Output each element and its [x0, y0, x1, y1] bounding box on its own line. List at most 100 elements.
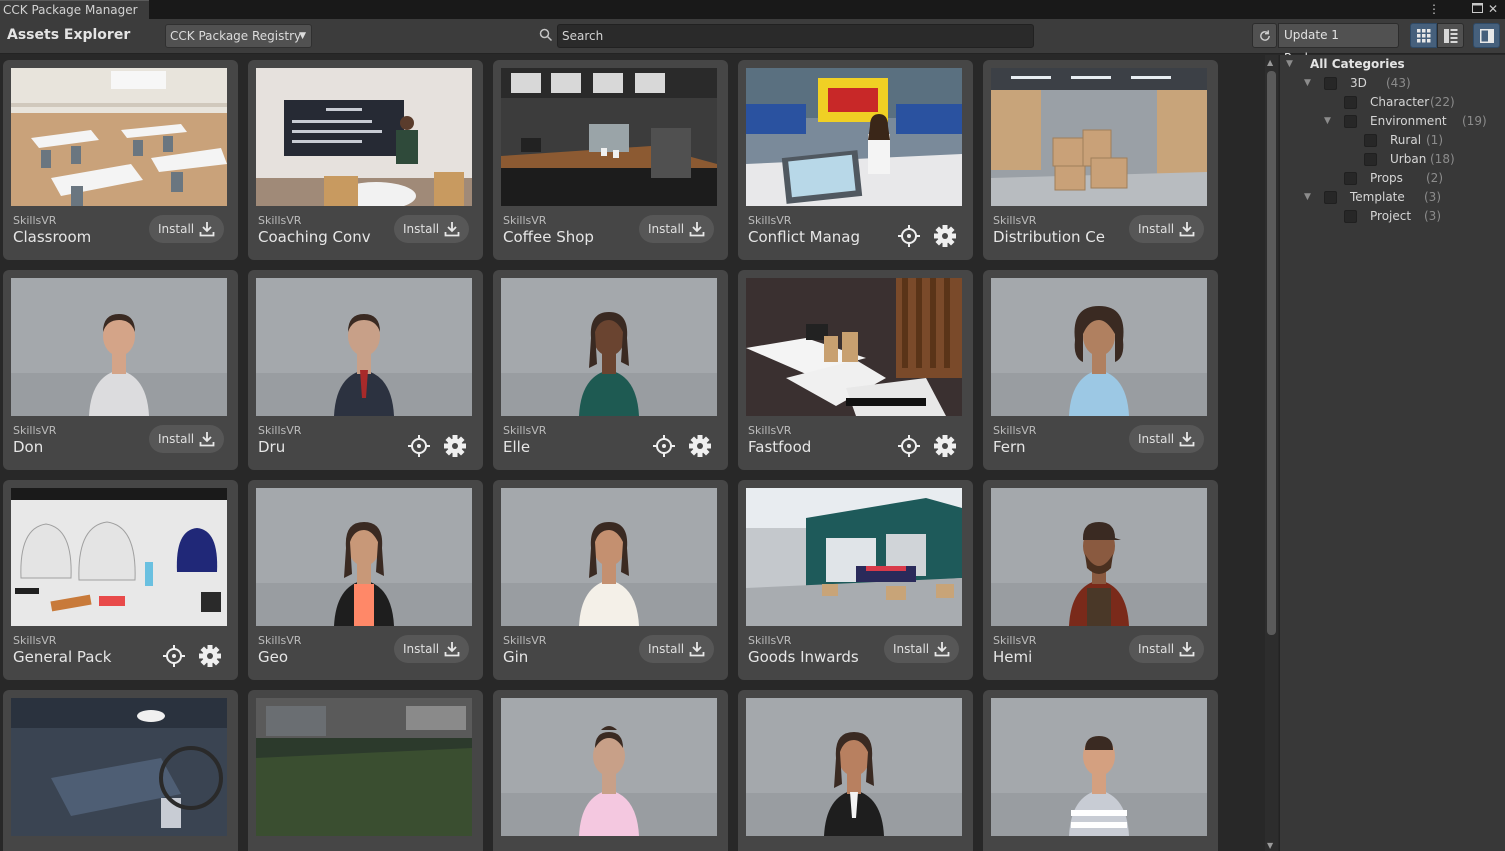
install-button[interactable]: Install — [149, 215, 224, 243]
package-card[interactable] — [248, 690, 483, 851]
package-card[interactable] — [738, 690, 973, 851]
download-icon — [934, 642, 950, 657]
locate-icon[interactable] — [160, 642, 188, 670]
gear-icon[interactable] — [931, 222, 959, 250]
locate-icon[interactable] — [895, 432, 923, 460]
package-thumbnail — [256, 278, 472, 416]
locate-icon[interactable] — [895, 222, 923, 250]
package-card[interactable]: SkillsVR Gin Install — [493, 480, 728, 680]
package-card[interactable]: SkillsVR Classroom Install — [3, 60, 238, 260]
install-button[interactable]: Install — [1129, 425, 1204, 453]
install-button[interactable]: Install — [1129, 215, 1204, 243]
install-label: Install — [158, 432, 195, 446]
gear-icon[interactable] — [931, 432, 959, 460]
category-label: Urban — [1390, 152, 1427, 166]
gear-icon[interactable] — [686, 432, 714, 460]
package-thumbnail — [11, 68, 227, 206]
scroll-down-icon[interactable]: ▼ — [1267, 841, 1273, 850]
package-thumbnail — [11, 698, 227, 836]
package-card[interactable]: SkillsVR Distribution Ce Install — [983, 60, 1218, 260]
install-label: Install — [403, 642, 440, 656]
category-row[interactable]: ▼ Template (3) — [1280, 188, 1500, 207]
package-card[interactable] — [983, 690, 1218, 851]
package-card[interactable]: SkillsVR Dru — [248, 270, 483, 470]
install-button[interactable]: Install — [639, 635, 714, 663]
category-checkbox[interactable] — [1344, 96, 1357, 109]
category-checkbox[interactable] — [1324, 77, 1337, 90]
category-row[interactable]: Urban (18) — [1280, 150, 1500, 169]
category-checkbox[interactable] — [1344, 210, 1357, 223]
package-card[interactable]: SkillsVR Conflict Manag — [738, 60, 973, 260]
more-options-icon[interactable]: ⋮ — [1428, 1, 1440, 17]
package-card[interactable] — [3, 690, 238, 851]
category-row[interactable]: Character (22) — [1280, 93, 1500, 112]
install-button[interactable]: Install — [149, 425, 224, 453]
category-checkbox[interactable] — [1344, 115, 1357, 128]
package-card[interactable]: SkillsVR Coffee Shop Install — [493, 60, 728, 260]
category-row[interactable]: Rural (1) — [1280, 131, 1500, 150]
package-card[interactable]: SkillsVR Geo Install — [248, 480, 483, 680]
install-button[interactable]: Install — [884, 635, 959, 663]
category-label: Rural — [1390, 133, 1422, 147]
category-count: (3) — [1424, 209, 1441, 223]
package-card[interactable]: SkillsVR Goods Inwards Install — [738, 480, 973, 680]
category-checkbox[interactable] — [1324, 191, 1337, 204]
package-thumbnail — [501, 68, 717, 206]
expand-triangle-icon[interactable]: ▼ — [1324, 112, 1331, 131]
update-packages-button[interactable]: Update 1 Packages — [1278, 23, 1399, 65]
install-label: Install — [648, 222, 685, 236]
list-icon — [1443, 28, 1457, 43]
package-card[interactable]: SkillsVR Fastfood — [738, 270, 973, 470]
expand-triangle-icon[interactable]: ▼ — [1286, 55, 1293, 74]
toggle-side-panel-button[interactable] — [1473, 23, 1500, 48]
package-card[interactable]: SkillsVR General Pack — [3, 480, 238, 680]
category-row[interactable]: ▼ 3D (43) — [1280, 74, 1500, 93]
scrollbar-thumb[interactable] — [1267, 71, 1276, 635]
install-button[interactable]: Install — [394, 635, 469, 663]
download-icon — [1179, 222, 1195, 237]
install-button[interactable]: Install — [394, 215, 469, 243]
gear-icon[interactable] — [196, 642, 224, 670]
window-tab[interactable]: CCK Package Manager — [0, 0, 149, 19]
package-thumbnail — [746, 698, 962, 836]
refresh-button[interactable] — [1252, 23, 1277, 48]
side-panel-icon — [1479, 28, 1494, 43]
scroll-up-icon[interactable]: ▲ — [1267, 58, 1273, 67]
search-input[interactable]: Search — [557, 24, 1034, 48]
install-label: Install — [1138, 222, 1175, 236]
grid-scrollbar[interactable]: ▲ ▼ — [1265, 55, 1278, 851]
package-card[interactable]: SkillsVR Coaching Conv Install — [248, 60, 483, 260]
category-checkbox[interactable] — [1364, 134, 1377, 147]
expand-triangle-icon[interactable]: ▼ — [1304, 188, 1311, 207]
gear-icon[interactable] — [441, 432, 469, 460]
registry-dropdown-value: CCK Package Registry — [170, 29, 302, 43]
install-label: Install — [893, 642, 930, 656]
install-button[interactable]: Install — [1129, 635, 1204, 663]
locate-icon[interactable] — [650, 432, 678, 460]
install-button[interactable]: Install — [639, 215, 714, 243]
category-row[interactable]: ▼ Environment (19) — [1280, 112, 1500, 131]
grid-view-button[interactable] — [1410, 23, 1437, 48]
package-card[interactable] — [493, 690, 728, 851]
expand-triangle-icon[interactable]: ▼ — [1304, 74, 1311, 93]
category-row[interactable]: Props (2) — [1280, 169, 1500, 188]
locate-icon[interactable] — [405, 432, 433, 460]
package-card[interactable]: SkillsVR Fern Install — [983, 270, 1218, 470]
category-checkbox[interactable] — [1364, 153, 1377, 166]
toolbar: Assets Explorer CCK Package Registry ▼ S… — [0, 19, 1505, 65]
package-card[interactable]: SkillsVR Hemi Install — [983, 480, 1218, 680]
search-icon — [539, 28, 553, 42]
package-thumbnail — [991, 278, 1207, 416]
category-checkbox[interactable] — [1344, 172, 1357, 185]
package-vendor: SkillsVR — [748, 214, 792, 227]
package-thumbnail — [746, 488, 962, 626]
maximize-icon[interactable] — [1472, 1, 1483, 17]
close-icon[interactable]: ✕ — [1488, 1, 1498, 17]
package-card[interactable]: SkillsVR Elle — [493, 270, 728, 470]
package-thumbnail — [746, 278, 962, 416]
package-card[interactable]: SkillsVR Don Install — [3, 270, 238, 470]
category-row[interactable]: Project (3) — [1280, 207, 1500, 226]
list-view-button[interactable] — [1437, 23, 1464, 48]
registry-dropdown[interactable]: CCK Package Registry ▼ — [165, 24, 312, 48]
all-categories-label: All Categories — [1310, 57, 1405, 71]
